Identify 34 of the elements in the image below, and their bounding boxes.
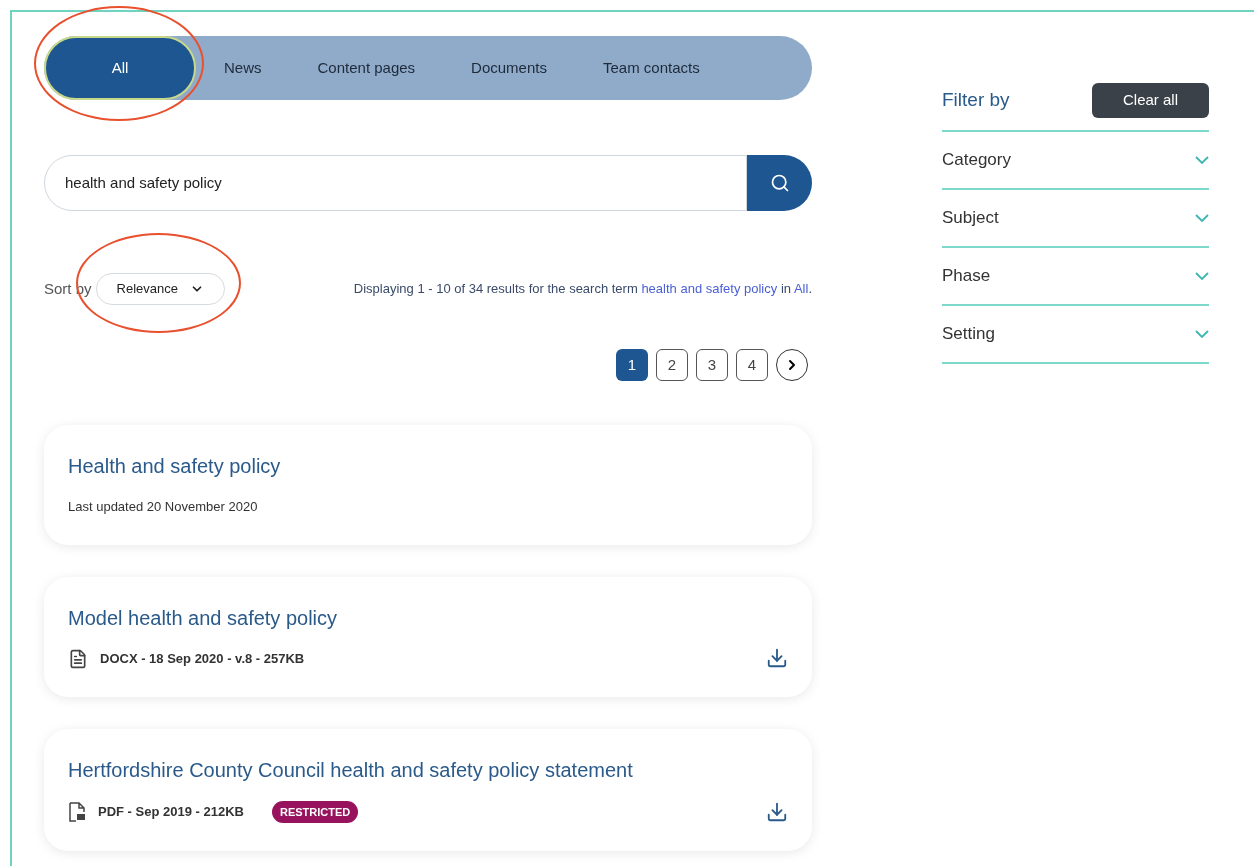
chevron-down-icon [1195, 329, 1209, 338]
page-button[interactable]: 3 [696, 349, 728, 381]
filter-tab[interactable]: Content pages [289, 36, 444, 100]
document-icon [68, 648, 88, 669]
chevron-down-icon [1195, 213, 1209, 222]
search-term-link[interactable]: health and safety policy [641, 281, 778, 297]
filter-heading: Filter by [942, 88, 1010, 112]
chevron-down-icon [1195, 271, 1209, 280]
page-button[interactable]: 1 [616, 349, 648, 381]
search-button[interactable] [747, 155, 812, 211]
filter-tab[interactable]: News [196, 36, 290, 100]
filter-tab[interactable]: Documents [443, 36, 575, 100]
filter-accordion[interactable]: Phase [942, 247, 1209, 306]
filter-tab[interactable]: All [44, 36, 196, 100]
pdf-file-icon [68, 801, 86, 822]
download-icon[interactable] [766, 801, 788, 823]
search-icon [769, 173, 790, 193]
page-button[interactable]: 2 [656, 349, 688, 381]
filter-accordion[interactable]: Setting [942, 305, 1209, 364]
result-title-link[interactable]: Model health and safety policy [68, 602, 766, 633]
result-title-link[interactable]: Hertfordshire County Council health and safety policy statement [68, 754, 766, 785]
result-title-link[interactable]: Health and safety policy [68, 451, 788, 481]
restricted-badge: RESTRICTED [271, 800, 359, 823]
result-meta: PDF - Sep 2019 - 212KB [98, 803, 244, 821]
clear-all-button[interactable]: Clear all [1091, 83, 1209, 118]
filter-accordion[interactable]: Category [942, 131, 1209, 190]
download-icon[interactable] [766, 646, 788, 669]
chevron-down-icon [1195, 155, 1209, 164]
result-meta: Last updated 20 November 2020 [68, 498, 258, 516]
results-summary: Displaying 1 - 10 of 34 results for the search term health and safety policy in All. [353, 280, 812, 299]
filter-tab[interactable]: Team contacts [574, 36, 728, 100]
filter-accordion[interactable]: Subject [942, 189, 1209, 248]
page-button[interactable]: 4 [736, 349, 768, 381]
result-meta: DOCX - 18 Sep 2020 - v.8 - 257KB [100, 649, 305, 668]
